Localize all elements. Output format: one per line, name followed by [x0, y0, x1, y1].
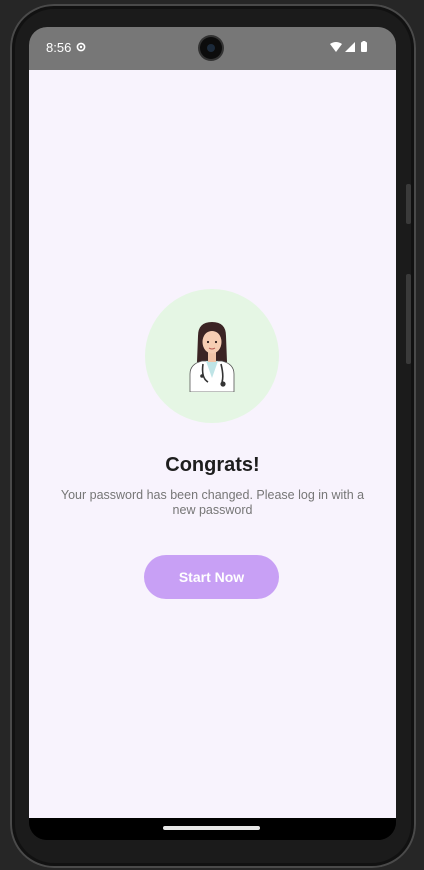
navigation-bar	[29, 818, 396, 840]
avatar-circle	[145, 289, 279, 423]
battery-icon	[361, 42, 367, 52]
confirmation-message: Your password has been changed. Please l…	[60, 488, 365, 517]
wifi-icon	[330, 42, 342, 52]
doctor-avatar	[189, 322, 235, 392]
status-icons	[330, 41, 367, 52]
gear-icon	[76, 42, 86, 52]
start-now-button[interactable]: Start Now	[144, 555, 279, 599]
front-camera	[200, 37, 222, 59]
power-button	[406, 274, 411, 364]
volume-button	[406, 184, 411, 224]
phone-screen: 8:56 Congrats! Your password has been ch…	[29, 27, 396, 840]
home-indicator[interactable]	[163, 826, 260, 830]
main-content: Congrats! Your password has been changed…	[29, 70, 396, 818]
status-time: 8:56	[46, 40, 72, 55]
status-bar: 8:56	[29, 27, 396, 70]
signal-icon	[345, 42, 355, 52]
page-title: Congrats!	[165, 454, 260, 476]
